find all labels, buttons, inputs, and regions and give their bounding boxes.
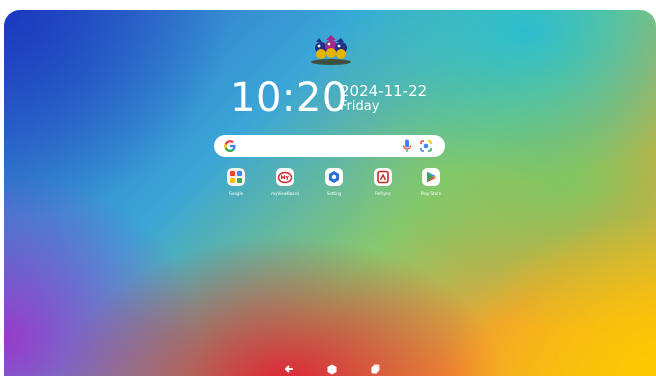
google-search-bar[interactable] [214, 135, 445, 157]
app-refsync[interactable]: Refsync [360, 168, 406, 196]
app-label: Google [228, 191, 244, 196]
back-icon[interactable] [283, 363, 295, 375]
recents-icon[interactable] [370, 363, 382, 375]
google-lens-icon[interactable] [419, 139, 433, 153]
home-icon[interactable] [326, 363, 338, 375]
clock-date: 2024-11-22 [340, 82, 428, 100]
settings-icon [325, 168, 343, 186]
play-store-icon [422, 168, 440, 186]
google-folder-icon [227, 168, 245, 186]
myviewboard-icon [276, 168, 294, 186]
refsync-icon [374, 168, 392, 186]
app-google[interactable]: Google [213, 168, 259, 196]
app-play-store[interactable]: Play Store [408, 168, 454, 196]
app-label: myViewBoard [271, 191, 299, 196]
app-label: Refsync [375, 191, 391, 196]
app-label: Setting [326, 191, 342, 196]
microphone-icon[interactable] [402, 139, 412, 153]
clock-time: 10:20 [230, 75, 348, 121]
app-shortcut-row: Google myViewBoard Setting Refsync Play … [215, 168, 447, 208]
app-setting[interactable]: Setting [311, 168, 357, 196]
google-g-icon [224, 140, 236, 152]
app-label: Play Store [420, 191, 442, 196]
app-myviewboard[interactable]: myViewBoard [262, 168, 308, 196]
birds-logo [311, 35, 351, 65]
clock-weekday: Friday [340, 98, 380, 114]
clock-date-block: 2024-11-22 Friday [340, 83, 427, 114]
